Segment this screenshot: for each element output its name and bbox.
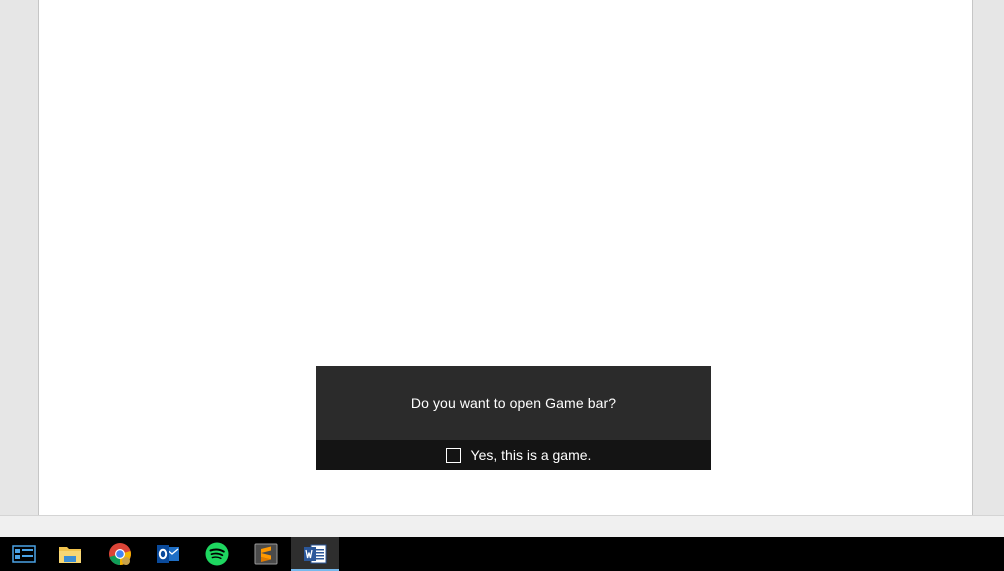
taskbar-outlook-button[interactable] [144, 537, 192, 571]
spotify-icon [205, 542, 229, 566]
game-bar-footer: Yes, this is a game. [316, 440, 711, 470]
word-icon [303, 543, 327, 565]
status-bar [0, 515, 1004, 537]
taskbar [0, 537, 1004, 571]
sublime-text-icon [254, 543, 278, 565]
task-view-icon [12, 545, 36, 563]
taskbar-chrome-button[interactable] [96, 537, 144, 571]
outlook-icon [156, 543, 180, 565]
taskbar-word-button[interactable] [291, 537, 339, 571]
folder-icon [58, 544, 82, 564]
taskbar-sublime-text-button[interactable] [242, 537, 290, 571]
taskbar-file-explorer-button[interactable] [46, 537, 94, 571]
taskbar-task-view-button[interactable] [0, 537, 48, 571]
game-bar-question: Do you want to open Game bar? [410, 395, 617, 411]
yes-this-is-a-game-checkbox[interactable]: Yes, this is a game. [445, 447, 592, 463]
game-bar-prompt: Do you want to open Game bar? Yes, this … [316, 366, 711, 470]
chrome-icon [108, 542, 132, 566]
checkbox-box[interactable] [445, 447, 461, 463]
taskbar-spotify-button[interactable] [193, 537, 241, 571]
checkbox-label: Yes, this is a game. [470, 447, 592, 463]
